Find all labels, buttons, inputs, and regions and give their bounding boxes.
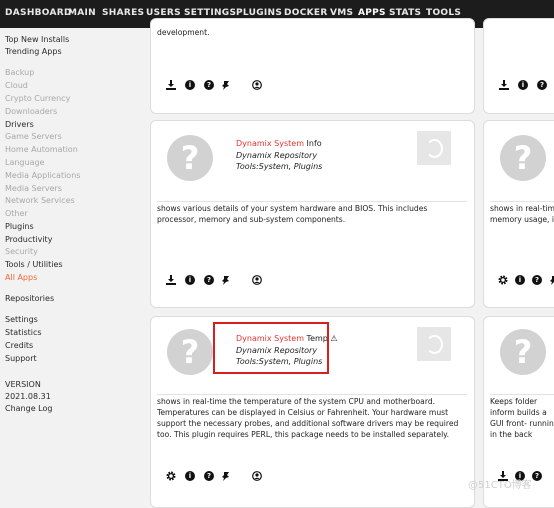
info-icon[interactable]: i [185,275,195,285]
sidebar-item-network-services[interactable]: Network Services [5,196,75,205]
sidebar-item-cloud[interactable]: Cloud [5,81,28,90]
warning-icon: ⚠ [330,334,338,343]
card-divider [490,394,554,395]
sidebar-item-repositories[interactable]: Repositories [5,294,54,303]
app-card-system-info[interactable]: ? Dynamix System Info Dynamix Repository… [150,120,475,308]
sidebar-item-trending-apps[interactable]: Trending Apps [5,47,62,56]
sidebar-item-other[interactable]: Other [5,209,28,218]
help-icon[interactable]: ? [204,471,214,481]
annotation-highlight-box [213,322,329,374]
app-category[interactable]: Tools:System, Plugins [236,161,322,172]
app-card-top: development. i ? [150,18,475,114]
gear-icon[interactable] [166,471,176,481]
nav-main[interactable]: MAIN [68,8,96,18]
pin-icon[interactable] [549,275,554,285]
nav-vms[interactable]: VMS [330,8,353,18]
app-description: shows various details of your system har… [157,204,428,224]
download-icon[interactable] [166,275,176,285]
app-title[interactable]: Dynamix System Info [236,139,322,148]
nav-plugins[interactable]: PLUGINS [236,8,282,18]
app-description: development. [157,28,210,37]
info-icon[interactable]: i [185,80,195,90]
help-icon[interactable]: ? [532,471,542,481]
sidebar-item-plugins[interactable]: Plugins [5,222,34,231]
sidebar-item-productivity[interactable]: Productivity [5,235,52,244]
app-description: shows in real-time the temperature of th… [157,397,459,439]
nav-users[interactable]: USERS [146,8,181,18]
help-icon[interactable]: ? [532,275,542,285]
app-description: shows in real-time memory usage, int [490,204,554,224]
sidebar-item-drivers[interactable]: Drivers [5,120,34,129]
app-card-right-top: i ? [483,18,554,114]
repository-logo [417,131,451,165]
sidebar-item-backup[interactable]: Backup [5,68,34,77]
pin-icon[interactable] [221,80,231,90]
app-card-right-middle[interactable]: ? shows in real-time memory usage, int i… [483,120,554,308]
nav-apps[interactable]: APPS [358,8,386,18]
info-icon[interactable]: i [518,80,528,90]
app-icon-placeholder: ? [167,135,213,181]
sidebar-item-media-applications[interactable]: Media Applications [5,171,80,180]
sidebar-item-language[interactable]: Language [5,158,44,167]
nav-settings[interactable]: SETTINGS [184,8,236,18]
version-number: 2021.08.31 [5,392,51,401]
app-icon-placeholder: ? [500,329,546,375]
info-icon[interactable]: i [185,471,195,481]
repository-logo [417,327,451,361]
profile-icon[interactable] [252,275,262,285]
sidebar-item-all-apps[interactable]: All Apps [5,273,37,282]
sidebar-item-crypto-currency[interactable]: Crypto Currency [5,94,70,103]
sidebar-item-settings[interactable]: Settings [5,315,38,324]
nav-docker[interactable]: DOCKER [284,8,328,18]
sidebar: Top New Installs Trending Apps Backup Cl… [0,28,150,499]
nav-stats[interactable]: STATS [389,8,421,18]
sidebar-item-support[interactable]: Support [5,354,37,363]
card-divider [490,201,554,202]
sidebar-item-home-automation[interactable]: Home Automation [5,145,78,154]
version-label: VERSION [5,380,41,389]
sidebar-item-downloaders[interactable]: Downloaders [5,107,57,116]
profile-icon[interactable] [252,80,262,90]
pin-icon[interactable] [221,275,231,285]
help-icon[interactable]: ? [204,80,214,90]
pin-icon[interactable] [221,471,231,481]
app-repository[interactable]: Dynamix Repository [236,150,317,161]
app-icon-placeholder: ? [167,329,213,375]
card-divider [157,201,467,202]
sidebar-item-credits[interactable]: Credits [5,341,33,350]
card-divider [157,394,467,395]
sidebar-item-tools-utilities[interactable]: Tools / Utilities [5,260,63,269]
nav-tools[interactable]: TOOLS [426,8,461,18]
download-icon[interactable] [499,80,509,90]
info-icon[interactable]: i [515,275,525,285]
app-icon-placeholder: ? [500,135,546,181]
app-description: Keeps folder inform builds a GUI front- … [490,397,554,439]
help-icon[interactable]: ? [204,275,214,285]
sidebar-item-top-new-installs[interactable]: Top New Installs [5,35,69,44]
watermark: @51CTO博客 [468,480,532,491]
sidebar-item-game-servers[interactable]: Game Servers [5,132,62,141]
nav-dashboard[interactable]: DASHBOARD [5,8,72,18]
nav-shares[interactable]: SHARES [102,8,144,18]
sidebar-item-statistics[interactable]: Statistics [5,328,42,337]
sidebar-item-media-servers[interactable]: Media Servers [5,184,62,193]
gear-icon[interactable] [498,275,508,285]
download-icon[interactable] [166,80,176,90]
sidebar-item-security[interactable]: Security [5,247,38,256]
change-log-link[interactable]: Change Log [5,404,52,413]
help-icon[interactable]: ? [537,80,547,90]
profile-icon[interactable] [252,471,262,481]
